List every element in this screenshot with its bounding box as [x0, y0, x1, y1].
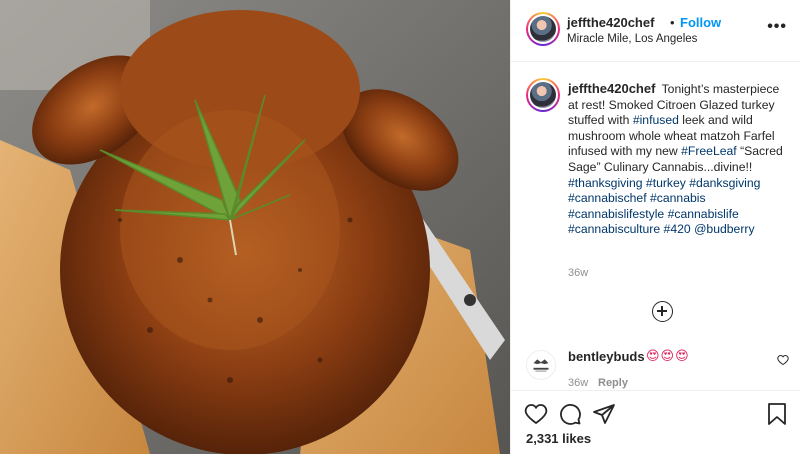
separator-dot: • — [670, 15, 675, 30]
instagram-post: jeffthe420chef • Follow Miracle Mile, Lo… — [0, 0, 800, 454]
caption-username[interactable]: jeffthe420chef — [568, 81, 655, 96]
post-header: jeffthe420chef • Follow Miracle Mile, Lo… — [511, 0, 800, 62]
caption-section: jeffthe420chef Tonight’s masterpiece at … — [511, 63, 800, 328]
hashtag-link[interactable]: #cannabislife — [668, 207, 739, 221]
heart-icon[interactable] — [777, 354, 789, 366]
comment-text: 😍😍😍 — [646, 348, 690, 363]
action-bar: 2,331 likes — [511, 390, 800, 454]
post-side-panel: jeffthe420chef • Follow Miracle Mile, Lo… — [510, 0, 800, 454]
hashtag-link[interactable]: #cannabis — [650, 191, 706, 205]
comment-avatar[interactable] — [526, 350, 556, 380]
hashtag-link[interactable]: #danksgiving — [689, 176, 760, 190]
hashtag-link[interactable]: #cannabischef — [568, 191, 647, 205]
comment-timestamp[interactable]: 36w — [568, 377, 588, 389]
caption-timestamp[interactable]: 36w — [568, 267, 588, 279]
hashtag-link[interactable]: #FreeLeaf — [681, 144, 737, 158]
location-link[interactable]: Miracle Mile, Los Angeles — [567, 33, 697, 45]
post-photo[interactable] — [0, 0, 510, 454]
reply-button[interactable]: Reply — [598, 377, 628, 389]
comment-row: bentleybuds 😍😍😍 36w Reply — [511, 340, 800, 390]
caption-avatar[interactable] — [526, 78, 560, 112]
hashtag-link[interactable]: @budberry — [694, 222, 754, 236]
more-icon[interactable]: ••• — [767, 18, 787, 36]
caption-body: Tonight’s masterpiece at rest! Smoked Ci… — [568, 82, 783, 236]
share-icon[interactable] — [592, 402, 616, 426]
save-icon[interactable] — [766, 402, 788, 426]
like-icon[interactable] — [524, 402, 548, 426]
likes-count[interactable]: 2,331 likes — [526, 431, 591, 446]
hashtag-link[interactable]: #thanksgiving — [568, 176, 643, 190]
header-username[interactable]: jeffthe420chef — [567, 15, 654, 30]
follow-button[interactable]: Follow — [680, 15, 721, 30]
turkey-image — [0, 0, 510, 454]
caption-text: jeffthe420chef Tonight’s masterpiece at … — [568, 81, 790, 238]
hashtag-link[interactable]: #420 — [664, 222, 691, 236]
hashtag-link[interactable]: #turkey — [646, 176, 686, 190]
comment-icon[interactable] — [558, 402, 582, 426]
comment-username[interactable]: bentleybuds — [568, 349, 645, 364]
hashtag-link[interactable]: #cannabislifestyle — [568, 207, 664, 221]
avatar[interactable] — [526, 12, 560, 46]
hashtag-link[interactable]: #infused — [633, 113, 679, 127]
load-more-icon[interactable] — [652, 301, 673, 322]
hashtag-link[interactable]: #cannabisculture — [568, 222, 660, 236]
